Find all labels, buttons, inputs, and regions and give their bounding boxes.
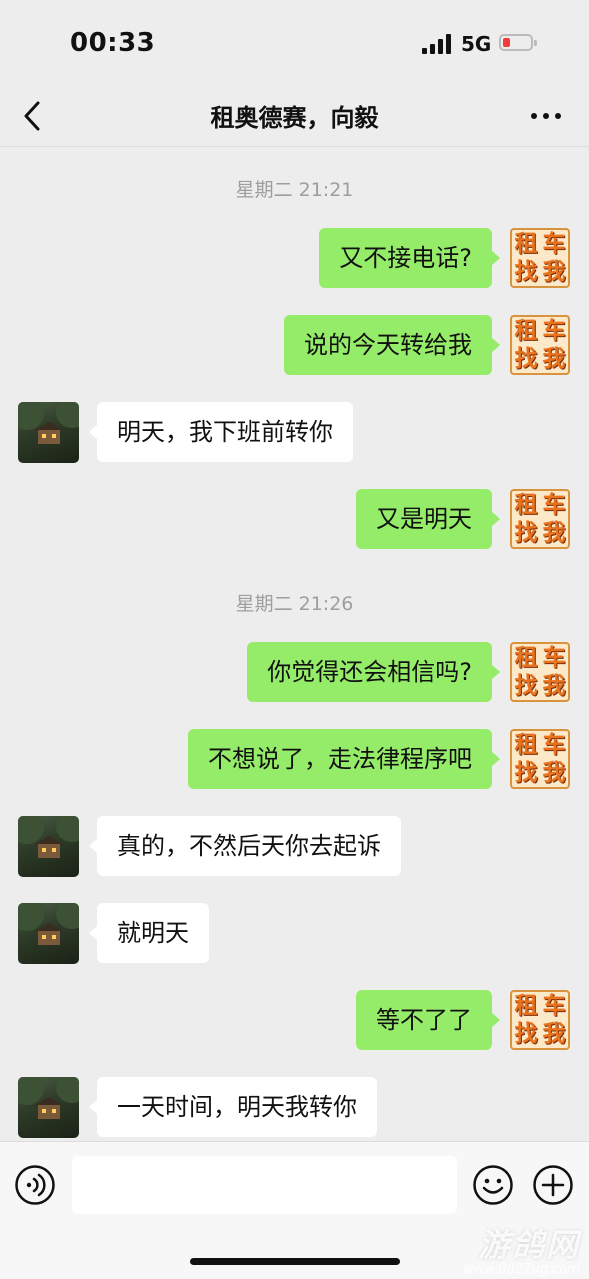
my-avatar[interactable]: 租车 找我: [510, 642, 570, 702]
message-outgoing[interactable]: 你觉得还会相信吗?: [247, 642, 500, 702]
message-incoming[interactable]: 一天时间，明天我转你: [89, 1077, 377, 1137]
nav-bar: 租奥德赛，向毅: [0, 88, 589, 147]
avatar-char: 租: [514, 645, 538, 671]
watermark: 游鸽网 www.0827ug.com: [440, 1220, 580, 1277]
avatar-char: 车: [542, 231, 566, 257]
avatar-char: 我: [542, 259, 566, 285]
avatar-char: 车: [542, 993, 566, 1019]
contact-avatar[interactable]: [18, 402, 79, 463]
my-avatar[interactable]: 租车 找我: [510, 315, 570, 375]
message-outgoing[interactable]: 不想说了，走法律程序吧: [188, 729, 500, 789]
watermark-url: www.0827ug.com: [463, 1262, 580, 1277]
avatar-char: 找: [514, 1021, 538, 1047]
more-dots-icon[interactable]: [528, 102, 564, 130]
avatar-char: 找: [514, 760, 538, 786]
avatar-char: 我: [542, 520, 566, 546]
voice-icon[interactable]: [14, 1164, 56, 1206]
avatar-char: 我: [542, 673, 566, 699]
avatar-char: 找: [514, 259, 538, 285]
my-avatar[interactable]: 租车 找我: [510, 729, 570, 789]
message-outgoing[interactable]: 又是明天: [356, 489, 500, 549]
avatar-char: 我: [542, 760, 566, 786]
timestamp: 星期二 21:26: [235, 593, 354, 615]
battery-icon: [499, 34, 537, 51]
message-incoming[interactable]: 明天，我下班前转你: [89, 402, 353, 462]
avatar-char: 租: [514, 993, 538, 1019]
message-input[interactable]: [72, 1156, 457, 1214]
message-incoming[interactable]: 就明天: [89, 903, 209, 963]
contact-avatar[interactable]: [18, 1077, 79, 1138]
message-outgoing[interactable]: 等不了了: [356, 990, 500, 1050]
avatar-char: 找: [514, 346, 538, 372]
avatar-char: 找: [514, 520, 538, 546]
avatar-char: 找: [514, 673, 538, 699]
plus-icon[interactable]: [532, 1164, 574, 1206]
emoji-icon[interactable]: [472, 1164, 514, 1206]
timestamp: 星期二 21:21: [235, 179, 354, 201]
avatar-char: 车: [542, 732, 566, 758]
avatar-char: 租: [514, 492, 538, 518]
my-avatar[interactable]: 租车 找我: [510, 489, 570, 549]
avatar-char: 车: [542, 645, 566, 671]
home-indicator[interactable]: [190, 1258, 400, 1265]
network-type: 5G: [461, 32, 492, 56]
avatar-char: 租: [514, 318, 538, 344]
avatar-char: 车: [542, 318, 566, 344]
status-time: 00:33: [70, 28, 156, 58]
avatar-char: 租: [514, 732, 538, 758]
contact-avatar[interactable]: [18, 816, 79, 877]
message-outgoing[interactable]: 说的今天转给我: [284, 315, 500, 375]
my-avatar[interactable]: 租车 找我: [510, 228, 570, 288]
message-incoming[interactable]: 真的，不然后天你去起诉: [89, 816, 401, 876]
chat-area[interactable]: 星期二 21:21 又不接电话? 租车 找我 说的今天转给我 租车 找我 明天，…: [0, 147, 589, 1140]
input-bar: 游鸽网 www.0827ug.com: [0, 1141, 589, 1279]
avatar-char: 租: [514, 231, 538, 257]
contact-avatar[interactable]: [18, 903, 79, 964]
avatar-char: 我: [542, 1021, 566, 1047]
signal-icon: [422, 34, 452, 54]
watermark-main: 游鸽网: [477, 1226, 580, 1264]
status-bar: 00:33 5G: [0, 0, 589, 88]
message-outgoing[interactable]: 又不接电话?: [319, 228, 500, 288]
chat-title: 租奥德赛，向毅: [210, 104, 379, 132]
avatar-char: 车: [542, 492, 566, 518]
my-avatar[interactable]: 租车 找我: [510, 990, 570, 1050]
avatar-char: 我: [542, 346, 566, 372]
